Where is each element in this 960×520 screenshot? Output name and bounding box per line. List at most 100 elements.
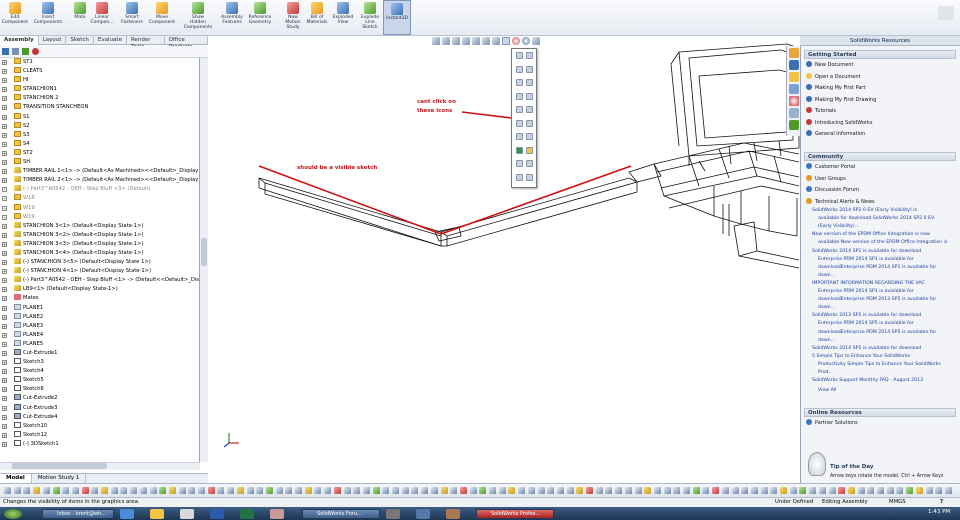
tree-item[interactable]: + TIMBER RAIL 2<1> -> (Default<As Machine… <box>0 176 199 185</box>
getting-started-link[interactable]: General Information <box>806 130 865 138</box>
news-item[interactable]: Prod... <box>818 370 958 376</box>
toolbar-tool-icon[interactable] <box>71 487 79 494</box>
tree-item[interactable]: + HI <box>0 76 199 85</box>
toolbar-tool-icon[interactable] <box>392 487 399 494</box>
expand-toggle-icon[interactable]: + <box>2 423 7 429</box>
tree-item[interactable]: + S3 <box>0 130 199 140</box>
expand-toggle-icon[interactable]: + <box>2 223 7 229</box>
tree-item[interactable]: + Sketch5 <box>0 376 199 385</box>
toolbar-tool-icon[interactable] <box>760 487 768 494</box>
expand-toggle-icon[interactable]: + <box>2 96 7 102</box>
tree-item[interactable]: + Cut-Extrude4 <box>0 412 199 422</box>
view-sketch-relations-icon[interactable] <box>526 119 533 127</box>
tree-item[interactable]: + PLANE4 <box>0 330 199 340</box>
expand-toggle-icon[interactable]: + <box>2 323 7 329</box>
expand-toggle-icon[interactable]: + <box>2 360 7 366</box>
ribbon-button-12[interactable]: Explode Line Sketch <box>356 0 384 35</box>
toolbar-tool-icon[interactable] <box>556 487 564 494</box>
toolbar-tool-icon[interactable] <box>42 487 50 494</box>
news-item[interactable]: Enterprise PDM 2014 SP5 is available for <box>818 321 958 327</box>
tree-item[interactable]: + Sketch3 <box>0 358 199 367</box>
tree-item[interactable]: + CLEATS <box>0 67 199 76</box>
news-item[interactable]: SolidWorks Support Monthly FAQ - August … <box>812 378 952 384</box>
view-planes-icon[interactable] <box>516 106 523 113</box>
view-orientation-icon[interactable] <box>482 37 490 45</box>
view-lights-icon[interactable] <box>516 146 523 154</box>
hide-show-items-icon[interactable] <box>502 37 510 45</box>
toolbar-tool-icon[interactable] <box>586 487 593 494</box>
tree-item[interactable]: + STANCHION 3<4> (Default<Display State-1… <box>0 248 199 258</box>
tree-item[interactable]: + PLANE1 <box>0 303 199 313</box>
tree-item[interactable]: + PLANE5 <box>0 339 199 349</box>
zoom-area-icon[interactable] <box>442 37 450 45</box>
tree-item[interactable]: + W18 <box>0 194 199 203</box>
ribbon-button-1[interactable]: Insert Components <box>34 0 62 35</box>
ribbon-button-13[interactable]: Instant3D <box>383 0 411 35</box>
custom-properties-tab-icon[interactable] <box>789 108 799 118</box>
toolbar-tool-icon[interactable] <box>450 487 458 494</box>
display-manager-icon[interactable] <box>32 48 39 55</box>
file-explorer-tab-icon[interactable] <box>789 72 799 82</box>
toolbar-tool-icon[interactable] <box>750 487 758 494</box>
view-palette-tab-icon[interactable] <box>789 84 799 94</box>
tree-item[interactable]: + Cut-Extrude1 <box>0 349 199 358</box>
expand-toggle-icon[interactable]: + <box>2 187 7 193</box>
toolbar-tool-icon[interactable] <box>469 487 477 494</box>
view-3d-sketch-planes-icon[interactable] <box>516 119 523 127</box>
sw-forum-tab-icon[interactable] <box>789 120 799 130</box>
news-item[interactable]: down... <box>818 305 958 311</box>
section-view-icon[interactable] <box>462 37 470 45</box>
tree-scrollbar-thumb[interactable] <box>201 238 207 266</box>
toolbar-tool-icon[interactable] <box>207 487 215 494</box>
expand-toggle-icon[interactable]: + <box>2 78 7 84</box>
config-manager-icon[interactable] <box>22 48 29 55</box>
taskbar-chrome-forum[interactable]: SolidWorks Foru... <box>302 509 380 519</box>
toolbar-tool-icon[interactable] <box>421 487 429 494</box>
start-button-icon[interactable] <box>4 509 22 519</box>
toolbar-tool-icon[interactable] <box>217 487 225 494</box>
taskbar-app-icon[interactable] <box>386 509 400 519</box>
toolbar-tool-icon[interactable] <box>780 487 787 494</box>
toolbar-tool-icon[interactable] <box>333 487 341 494</box>
community-link[interactable]: Discussion Forum <box>806 186 859 194</box>
getting-started-link[interactable]: Open a Document <box>806 72 861 81</box>
filter-icon[interactable] <box>2 48 9 55</box>
news-item[interactable]: New version of the EPDM Office Integrati… <box>812 232 952 238</box>
toolbar-tool-icon[interactable] <box>139 487 147 494</box>
toolbar-tool-icon[interactable] <box>4 487 11 494</box>
view-settings-icon[interactable] <box>532 37 540 45</box>
tree-item[interactable]: + STANCHION 3<3> (Default<Display State-1… <box>0 239 199 249</box>
view-routing-points-icon[interactable] <box>516 173 523 181</box>
toolbar-tool-icon[interactable] <box>624 487 632 494</box>
expand-toggle-icon[interactable]: + <box>2 169 7 175</box>
taskbar-g-icon[interactable] <box>180 509 194 519</box>
expand-toggle-icon[interactable]: + <box>2 296 7 302</box>
news-item[interactable]: SolidWorks 2014 SP2.0 EV (Early Visibili… <box>812 208 952 214</box>
toolbar-tool-icon[interactable] <box>925 487 933 494</box>
toolbar-tool-icon[interactable] <box>673 487 681 494</box>
expand-toggle-icon[interactable]: + <box>2 69 7 75</box>
toolbar-tool-icon[interactable] <box>62 487 70 494</box>
tree-item[interactable]: + Sketch4 <box>0 367 199 376</box>
news-item[interactable]: 5 Simple Tips to Enhance Your SolidWorks <box>812 354 952 360</box>
toolbar-tool-icon[interactable] <box>857 487 865 494</box>
toolbar-tool-icon[interactable] <box>566 487 574 494</box>
toolbar-tool-icon[interactable] <box>789 487 797 494</box>
bottom-tab-motion-study-1[interactable]: Motion Study 1 <box>32 474 87 483</box>
news-item[interactable]: available for download SolidWorks 2014 S… <box>818 216 958 222</box>
taskbar-app3-icon[interactable] <box>446 509 460 519</box>
taskbar-excel-icon[interactable] <box>240 509 254 519</box>
tree-item[interactable]: + ST2 <box>0 148 199 158</box>
tree-item[interactable]: + STANCHION1 <box>0 85 199 94</box>
tree-item[interactable]: + W19 <box>0 203 199 213</box>
toolbar-tool-icon[interactable] <box>168 487 176 494</box>
view-parting-lines-icon[interactable] <box>516 92 523 100</box>
display-style-icon[interactable] <box>492 37 500 45</box>
toolbar-tool-icon[interactable] <box>721 487 729 494</box>
edit-appearance-icon[interactable] <box>512 37 520 45</box>
toolbar-tool-icon[interactable] <box>430 487 438 494</box>
expand-toggle-icon[interactable]: + <box>2 332 7 338</box>
toolbar-tool-icon[interactable] <box>847 487 855 494</box>
taskbar-explorer-icon[interactable] <box>150 509 164 519</box>
getting-started-link[interactable]: Introducing SolidWorks <box>806 118 872 127</box>
